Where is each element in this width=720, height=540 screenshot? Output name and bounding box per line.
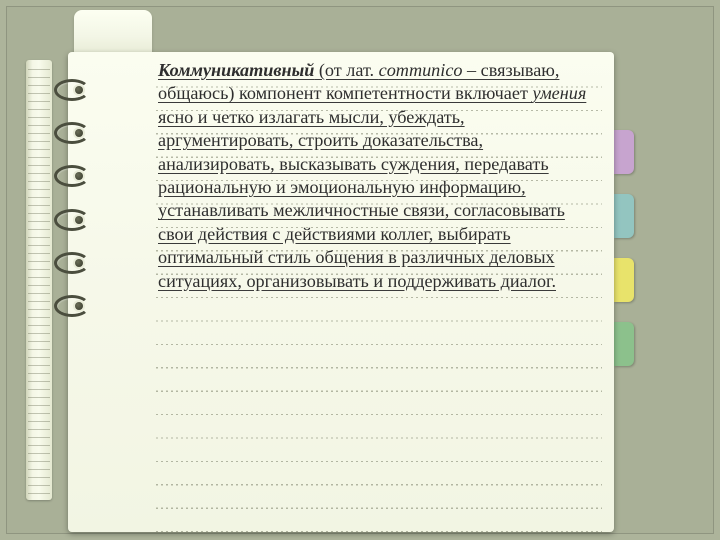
- latin-term: communico: [379, 60, 463, 80]
- ring-icon: [54, 295, 90, 317]
- spiral-rings: [54, 68, 94, 328]
- ring-icon: [54, 209, 90, 231]
- side-tab-teal: [614, 194, 634, 238]
- body-text: Коммуникативный (от лат. communico – свя…: [158, 59, 588, 293]
- side-tab-green: [614, 322, 634, 366]
- notebook-page: Коммуникативный (от лат. communico – свя…: [68, 52, 614, 532]
- rest-text: ясно и четко излагать мысли, убеждать, а…: [158, 107, 565, 291]
- term: Коммуникативный: [158, 60, 314, 80]
- left-ruler: [26, 60, 52, 500]
- etym-prefix: (от лат.: [314, 60, 378, 80]
- ring-icon: [54, 252, 90, 274]
- side-tab-yellow: [614, 258, 634, 302]
- side-tabs-group: [614, 130, 636, 366]
- ring-icon: [54, 122, 90, 144]
- slide-root: Коммуникативный (от лат. communico – свя…: [0, 0, 720, 540]
- side-tab-purple: [614, 130, 634, 174]
- skills-word: умения: [532, 83, 586, 103]
- ring-icon: [54, 165, 90, 187]
- ring-icon: [54, 79, 90, 101]
- top-index-tab: [74, 10, 152, 54]
